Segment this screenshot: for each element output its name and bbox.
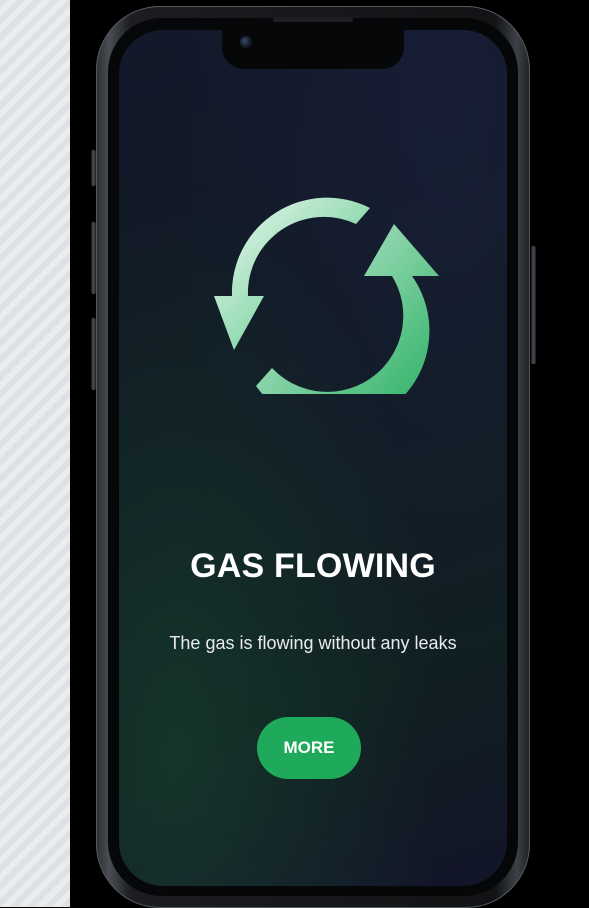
status-description: The gas is flowing without any leaks [169, 633, 457, 653]
refresh-arrows-icon [214, 197, 439, 394]
volume-down-button [91, 318, 96, 390]
status-title: GAS FLOWING [190, 547, 436, 585]
arrow-arc-right [256, 224, 439, 394]
earpiece-speaker [273, 17, 353, 22]
notch [222, 29, 404, 69]
background-pattern [0, 0, 70, 907]
mute-switch [91, 150, 96, 186]
front-camera [240, 36, 252, 48]
more-button[interactable]: MORE [257, 717, 361, 779]
arrow-arc-left [214, 197, 370, 350]
volume-up-button [91, 222, 96, 294]
power-button [531, 246, 536, 364]
